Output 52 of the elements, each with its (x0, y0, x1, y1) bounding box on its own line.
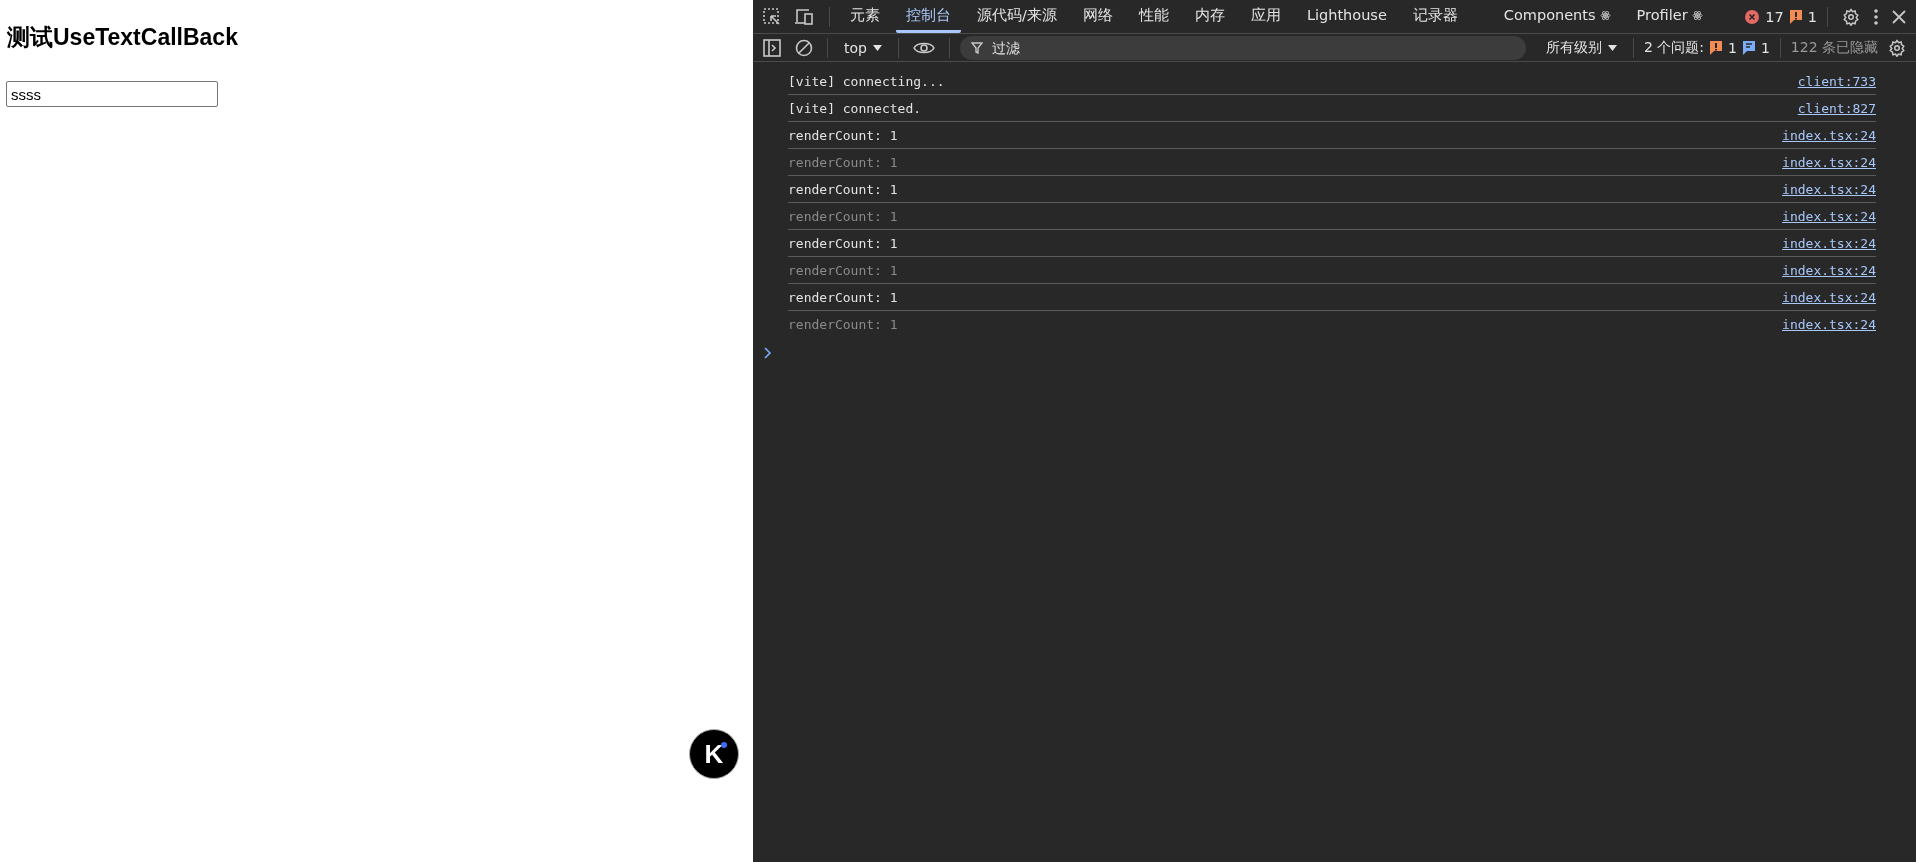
console-message: renderCount: 1 (788, 208, 898, 224)
source-link[interactable]: index.tsx:24 (1782, 208, 1876, 224)
info-issue-count: 1 (1760, 39, 1770, 56)
info-message-icon (1742, 40, 1755, 55)
source-link[interactable]: client:733 (1797, 73, 1876, 89)
text-input[interactable]: ssss (6, 81, 218, 107)
devtools-tab[interactable]: 源代码/来源 (967, 0, 1067, 33)
caret-icon (872, 44, 882, 51)
devtools-tab[interactable]: Lighthouse (1296, 0, 1397, 33)
warning-icon (1789, 9, 1802, 24)
source-link[interactable]: index.tsx:24 (1782, 262, 1876, 278)
devtools-tab[interactable]: 内存 (1184, 0, 1235, 33)
console-message: [vite] connected. (788, 100, 922, 116)
prompt-chevron-icon (764, 347, 772, 359)
warning-issue-count: 1 (1728, 39, 1737, 56)
error-icon (1745, 9, 1760, 24)
source-link[interactable]: index.tsx:24 (1782, 235, 1876, 251)
hidden-count: 122 条已隐藏 (1790, 38, 1878, 57)
context-dropdown[interactable]: top (838, 37, 888, 58)
source-link[interactable]: index.tsx:24 (1782, 289, 1876, 305)
console-message: [vite] connecting... (788, 73, 945, 89)
console-message: renderCount: 1 (788, 316, 898, 332)
console-message: renderCount: 1 (788, 181, 898, 197)
devtools-tab[interactable]: Components (1493, 0, 1621, 33)
caret-icon (1607, 44, 1617, 51)
devtools-tab[interactable]: 应用 (1240, 0, 1291, 33)
devtools-tab[interactable]: 元素 (840, 0, 890, 33)
source-link[interactable]: index.tsx:24 (1782, 181, 1876, 197)
issues-label: 2 个问题: (1643, 38, 1704, 57)
source-link[interactable]: index.tsx:24 (1782, 127, 1876, 143)
console-message: renderCount: 1 (788, 235, 898, 251)
devtools-tab[interactable]: 性能 (1128, 0, 1179, 33)
console-message: renderCount: 1 (788, 289, 898, 305)
source-link[interactable]: client:827 (1797, 100, 1876, 116)
page-heading: 测试UseTextCallBack (7, 23, 239, 52)
warning-icon (1710, 40, 1722, 55)
settings-icon (1888, 38, 1906, 57)
warning-count: 1 (1807, 8, 1817, 25)
error-count: 17 (1765, 8, 1784, 25)
floating-logo-button[interactable]: K (689, 729, 739, 779)
source-link[interactable]: index.tsx:24 (1782, 316, 1876, 332)
console-message: renderCount: 1 (788, 127, 898, 143)
devtools-tab[interactable]: 网络 (1072, 0, 1123, 33)
devtools-tab[interactable]: Profiler (1626, 0, 1713, 33)
settings-icon (1842, 7, 1860, 26)
source-link[interactable]: index.tsx:24 (1782, 154, 1876, 170)
devtools-tab[interactable]: 记录器 (1402, 0, 1468, 33)
console-message: renderCount: 1 (788, 154, 898, 170)
filter-field[interactable]: 过滤 (959, 35, 1526, 60)
devtools-tab[interactable]: 控制台 (896, 0, 961, 33)
console-message: renderCount: 1 (788, 262, 898, 278)
log-levels-dropdown[interactable]: 所有级别 (1539, 36, 1623, 59)
